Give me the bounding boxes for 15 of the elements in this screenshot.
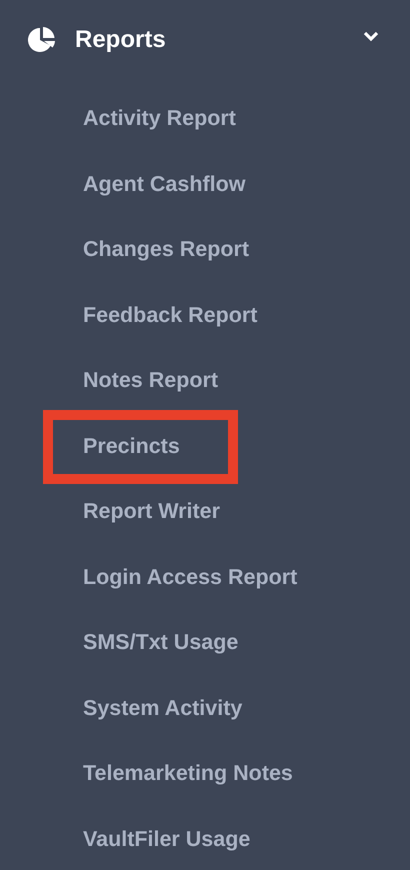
menu-link[interactable]: Login Access Report [83, 564, 298, 590]
menu-link[interactable]: Feedback Report [83, 302, 258, 328]
menu-link[interactable]: Activity Report [83, 106, 236, 132]
chevron-icon[interactable] [363, 30, 379, 42]
menu-link[interactable]: Report Writer [83, 499, 220, 524]
menu-link[interactable]: Agent Cashflow [83, 172, 246, 197]
menu-link[interactable]: SMS/Txt Usage [83, 630, 238, 656]
menu-link[interactable]: System Activity [83, 696, 242, 721]
menu-link[interactable]: Notes Report [83, 368, 218, 394]
menu-link[interactable]: Telemarketing Notes [83, 761, 293, 786]
section-title[interactable]: Reports [75, 26, 363, 54]
pie-chart-icon [28, 26, 56, 54]
menu-link[interactable]: VaultFiler Usage [83, 826, 250, 852]
menu-link[interactable]: Precincts [83, 434, 180, 459]
menu-link[interactable]: Changes Report [83, 237, 250, 262]
